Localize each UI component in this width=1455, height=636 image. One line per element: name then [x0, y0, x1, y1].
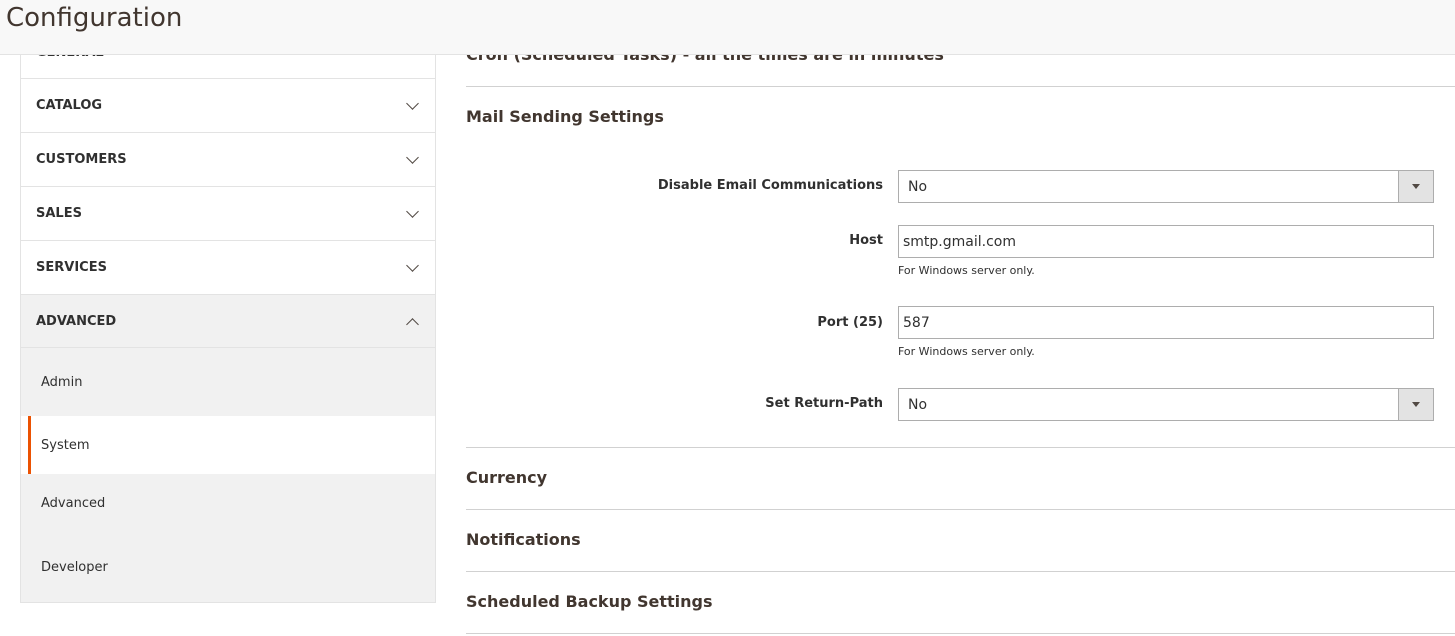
section-label: SERVICES — [36, 260, 107, 275]
item-label: Advanced — [41, 495, 106, 511]
chevron-up-icon — [406, 317, 419, 331]
section-label: SALES — [36, 206, 82, 221]
chevron-down-icon — [406, 204, 419, 218]
section-label: ADVANCED — [36, 313, 117, 329]
select-value: No — [908, 396, 928, 413]
sidebar-item-developer[interactable]: Developer — [21, 532, 435, 602]
section-backup-title[interactable]: Scheduled Backup Settings — [466, 592, 713, 611]
page-title: Configuration — [6, 3, 183, 33]
section-mail-title[interactable]: Mail Sending Settings — [466, 107, 664, 126]
disable-email-label: Disable Email Communications — [657, 178, 883, 193]
return-path-label: Set Return-Path — [765, 396, 883, 411]
sidebar-section-sales[interactable]: SALES — [21, 187, 435, 241]
section-label: CUSTOMERS — [36, 152, 127, 167]
divider — [466, 509, 1455, 510]
host-input[interactable]: smtp.gmail.com — [898, 225, 1434, 258]
sidebar-section-catalog[interactable]: CATALOG — [21, 79, 435, 133]
sidebar-section-advanced[interactable]: ADVANCED — [21, 295, 435, 348]
sidebar-section-services[interactable]: SERVICES — [21, 241, 435, 295]
select-value: No — [908, 178, 928, 195]
dropdown-arrow-icon — [1398, 389, 1433, 420]
dropdown-arrow-icon — [1398, 171, 1433, 202]
port-note: For Windows server only. — [898, 345, 1035, 358]
chevron-down-icon — [406, 96, 419, 110]
input-value: 587 — [903, 314, 930, 331]
return-path-select[interactable]: No — [898, 388, 1434, 421]
item-label: Admin — [41, 374, 83, 390]
item-label: Developer — [41, 559, 108, 575]
item-label: System — [41, 437, 90, 453]
port-label: Port (25) — [817, 315, 883, 330]
divider — [466, 447, 1455, 448]
chevron-down-icon — [406, 150, 419, 164]
divider — [466, 86, 1455, 87]
divider — [466, 571, 1455, 572]
divider — [466, 633, 1455, 634]
section-notifications-title[interactable]: Notifications — [466, 530, 581, 549]
sidebar-item-system[interactable]: System — [28, 416, 435, 474]
chevron-down-icon — [406, 258, 419, 272]
sidebar-item-admin[interactable]: Admin — [21, 348, 435, 416]
host-note: For Windows server only. — [898, 264, 1035, 277]
config-sidebar: GENERAL CATALOG CUSTOMERS SALES SERVICES… — [20, 0, 436, 603]
input-value: smtp.gmail.com — [903, 233, 1016, 250]
disable-email-select[interactable]: No — [898, 170, 1434, 203]
host-label: Host — [849, 233, 883, 248]
port-input[interactable]: 587 — [898, 306, 1434, 339]
sidebar-section-customers[interactable]: CUSTOMERS — [21, 133, 435, 187]
section-currency-title[interactable]: Currency — [466, 468, 547, 487]
sidebar-item-advanced[interactable]: Advanced — [21, 474, 435, 532]
section-label: CATALOG — [36, 98, 103, 113]
page-header: Configuration — [0, 0, 1455, 55]
